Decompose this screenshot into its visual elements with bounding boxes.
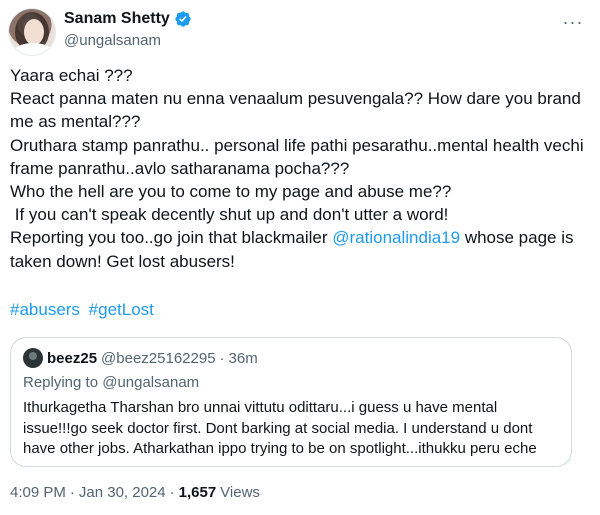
tweet-line: React panna maten nu enna venaalum pesuv… bbox=[10, 89, 586, 132]
quoted-tweet-header: beez25 @beez25162295 · 36m bbox=[23, 348, 258, 368]
tweet-line: Yaara echai ??? bbox=[10, 66, 133, 85]
quoted-author-avatar bbox=[23, 348, 43, 368]
quoted-replying-to: Replying to @ungalsanam bbox=[23, 374, 200, 391]
quoted-tweet-text: Ithurkagetha Tharshan bro unnai vittutu … bbox=[23, 399, 537, 457]
avatar-face bbox=[24, 19, 44, 45]
tweet-text: Yaara echai ??? React panna maten nu enn… bbox=[10, 64, 590, 273]
tweet-header: Sanam Shetty @ungalsanam ··· bbox=[8, 8, 592, 58]
hashtag-getlost-link[interactable]: #getLost bbox=[89, 300, 154, 319]
hashtag-abusers-link[interactable]: #abusers bbox=[10, 300, 80, 319]
quoted-author-name: beez25 bbox=[47, 349, 98, 367]
mention-link[interactable]: @rationalindia19 bbox=[332, 228, 460, 247]
verified-badge-icon bbox=[175, 11, 191, 27]
author-avatar[interactable] bbox=[8, 8, 56, 56]
hashtag-row: #abusers #getLost bbox=[10, 300, 158, 320]
tweet-footer: 4:09 PM · Jan 30, 2024 · 1,657 Views bbox=[10, 484, 260, 501]
views-count: 1,657 bbox=[178, 484, 217, 501]
author-handle[interactable]: @ungalsanam bbox=[64, 32, 161, 49]
author-display-name[interactable]: Sanam Shetty bbox=[64, 10, 170, 28]
tweet-line: Who the hell are you to come to my page … bbox=[10, 182, 452, 202]
quoted-tweet-card[interactable]: beez25 @beez25162295 · 36m Replying to @… bbox=[10, 337, 572, 467]
footer-separator-dot: · bbox=[169, 484, 175, 501]
tweet-date-link[interactable]: Jan 30, 2024 bbox=[79, 484, 166, 501]
footer-separator-dot: · bbox=[69, 484, 75, 501]
author-name-row: Sanam Shetty bbox=[64, 10, 192, 28]
quoted-author-handle: @beez25162295 bbox=[101, 349, 216, 367]
avatar-cloth bbox=[13, 43, 53, 55]
tweet-line: Oruthara stamp panrathu.. personal life … bbox=[10, 135, 589, 178]
quoted-timestamp: 36m bbox=[228, 349, 258, 367]
quoted-separator-dot: · bbox=[219, 349, 225, 367]
more-options-button[interactable]: ··· bbox=[558, 10, 588, 34]
views-label: Views bbox=[220, 484, 260, 501]
tweet-line: If you can't speak decently shut up and … bbox=[10, 205, 449, 225]
tweet-time-link[interactable]: 4:09 PM bbox=[10, 484, 66, 501]
tweet-line-with-mention: Reporting you too..go join that blackmai… bbox=[10, 228, 579, 271]
